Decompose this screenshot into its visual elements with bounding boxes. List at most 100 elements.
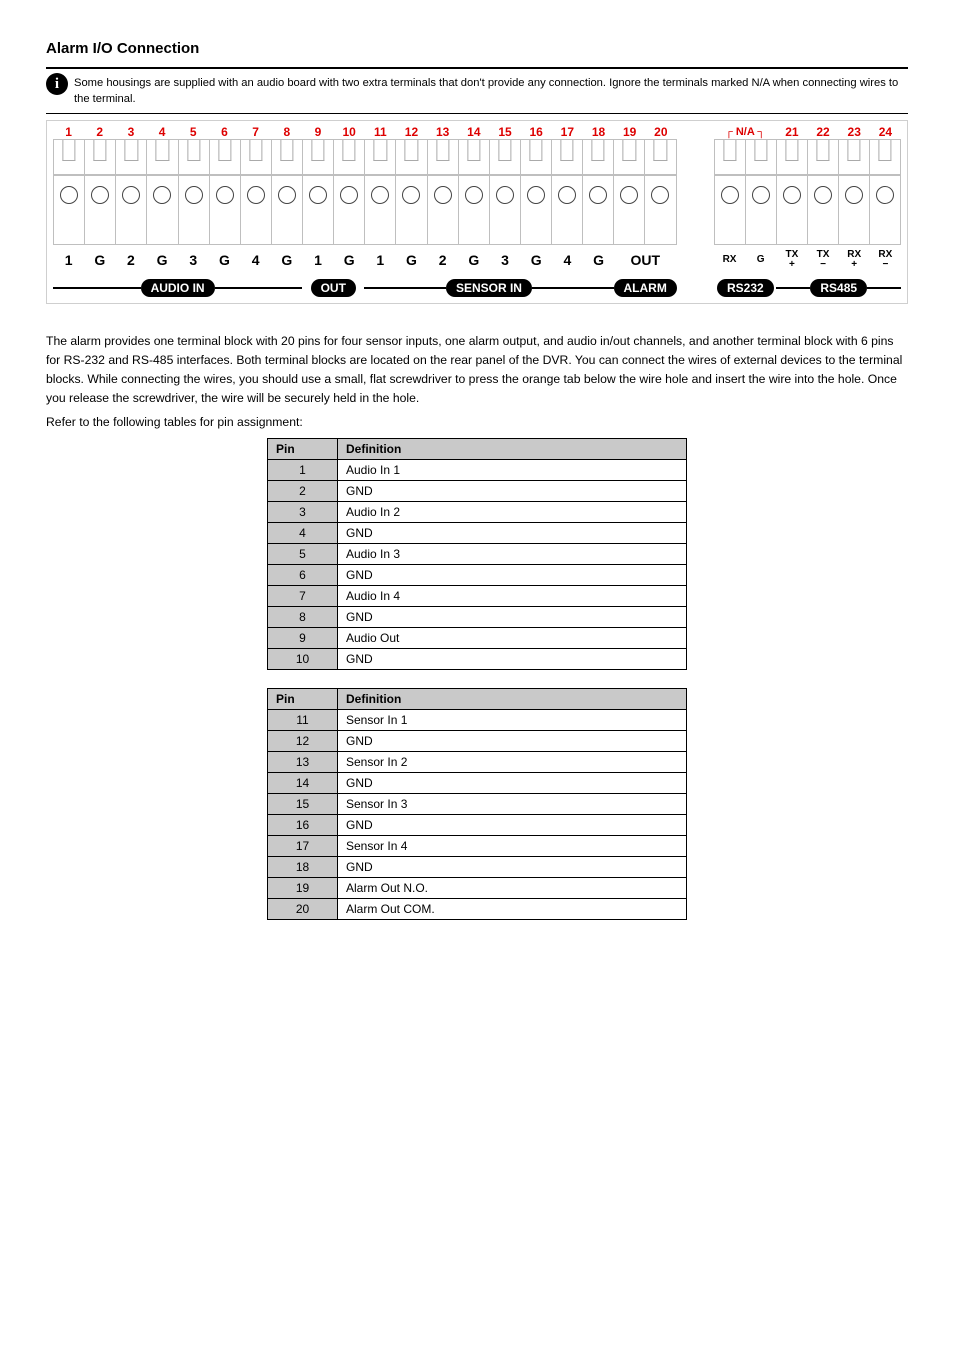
table-row: 20Alarm Out COM.: [268, 899, 687, 920]
terminal-pin: [115, 139, 146, 175]
table-row: 3Audio In 2: [268, 502, 687, 523]
terminal-label: 1: [65, 252, 73, 268]
terminal-label-out: OUT: [630, 252, 660, 268]
pin-cell: 8: [268, 607, 338, 628]
terminal-label: 1: [376, 252, 384, 268]
terminal-pin: [427, 139, 458, 175]
pin-cell: 13: [268, 752, 338, 773]
terminal-screw: [776, 175, 807, 245]
table1-header-def: Definition: [338, 439, 687, 460]
body-text: The alarm provides one terminal block wi…: [46, 332, 908, 432]
table-row: 9Audio Out: [268, 628, 687, 649]
table-row: 10GND: [268, 649, 687, 670]
pin-cell: 11: [268, 710, 338, 731]
terminal-pin: [84, 139, 115, 175]
divider: [46, 113, 908, 114]
terminal-number: 7: [252, 125, 259, 139]
table-row: 18GND: [268, 857, 687, 878]
terminal-number: 6: [221, 125, 228, 139]
terminal-number: 4: [159, 125, 166, 139]
terminal-label: G: [219, 252, 230, 268]
definition-cell: GND: [338, 565, 687, 586]
terminal-label: G: [593, 252, 604, 268]
pin-table-2: Pin Definition 11Sensor In 112GND13Senso…: [267, 688, 687, 920]
terminal-number: 14: [467, 125, 480, 139]
terminal-screw: [644, 175, 676, 245]
terminal-label: G: [468, 252, 479, 268]
pin-cell: 9: [268, 628, 338, 649]
terminal-pin: [714, 139, 745, 175]
terminal-label: 2: [439, 252, 447, 268]
terminal-panel: 1234567891011121314151617181920 ┌ N/A ┐2…: [46, 120, 908, 304]
terminal-screw: [302, 175, 333, 245]
pin-cell: 12: [268, 731, 338, 752]
terminal-screw: [395, 175, 426, 245]
terminal-number: 13: [436, 125, 449, 139]
pin-cell: 15: [268, 794, 338, 815]
terminal-pin: [582, 139, 613, 175]
definition-cell: GND: [338, 731, 687, 752]
terminal-label: 4: [252, 252, 260, 268]
group-sensor-in: SENSOR IN: [446, 279, 532, 297]
terminal-label: G: [531, 252, 542, 268]
paragraph-1: The alarm provides one terminal block wi…: [46, 332, 908, 408]
pin-cell: 19: [268, 878, 338, 899]
table2-header-def: Definition: [338, 689, 687, 710]
definition-cell: Alarm Out COM.: [338, 899, 687, 920]
table-row: 8GND: [268, 607, 687, 628]
terminal-screw: [458, 175, 489, 245]
terminal-screw: [271, 175, 302, 245]
definition-cell: Audio In 2: [338, 502, 687, 523]
terminal-screw: [520, 175, 551, 245]
table-row: 6GND: [268, 565, 687, 586]
definition-cell: GND: [338, 649, 687, 670]
terminal-number: 9: [315, 125, 322, 139]
terminal-pin: [613, 139, 644, 175]
pin-cell: 10: [268, 649, 338, 670]
terminal-screw: [582, 175, 613, 245]
definition-cell: Audio Out: [338, 628, 687, 649]
terminal-pin: [271, 139, 302, 175]
pin-cell: 5: [268, 544, 338, 565]
terminal-screw: [364, 175, 395, 245]
terminal-pin: [745, 139, 776, 175]
definition-cell: GND: [338, 773, 687, 794]
table-row: 17Sensor In 4: [268, 836, 687, 857]
table1-header-pin: Pin: [268, 439, 338, 460]
definition-cell: Sensor In 3: [338, 794, 687, 815]
terminal-label: G: [406, 252, 417, 268]
terminal-pin: [302, 139, 333, 175]
group-audio-in: AUDIO IN: [141, 279, 215, 297]
terminal-screw: [613, 175, 644, 245]
pin-cell: 17: [268, 836, 338, 857]
terminal-pin: [776, 139, 807, 175]
definition-cell: Sensor In 2: [338, 752, 687, 773]
terminal-label: RX+: [847, 250, 861, 270]
info-icon: i: [46, 73, 68, 95]
terminal-number: 19: [623, 125, 636, 139]
table2-header-pin: Pin: [268, 689, 338, 710]
terminal-number: 12: [405, 125, 418, 139]
terminal-label: G: [281, 252, 292, 268]
table-row: 7Audio In 4: [268, 586, 687, 607]
pin-table-1: Pin Definition 1Audio In 12GND3Audio In …: [267, 438, 687, 670]
terminal-number: 2: [96, 125, 103, 139]
terminal-number: 22: [816, 125, 829, 139]
terminal-pin: [489, 139, 520, 175]
info-note: i Some housings are supplied with an aud…: [46, 69, 908, 113]
terminal-screw: [240, 175, 271, 245]
terminal-screw: [714, 175, 745, 245]
definition-cell: GND: [338, 857, 687, 878]
pin-cell: 16: [268, 815, 338, 836]
pin-cell: 6: [268, 565, 338, 586]
table-row: 1Audio In 1: [268, 460, 687, 481]
terminal-pin: [364, 139, 395, 175]
terminal-label: TX+: [785, 250, 798, 270]
terminal-label: 2: [127, 252, 135, 268]
definition-cell: Sensor In 1: [338, 710, 687, 731]
terminal-pin: [807, 139, 838, 175]
section-title: Alarm I/O Connection: [46, 40, 908, 57]
terminal-number: 24: [879, 125, 892, 139]
definition-cell: Audio In 4: [338, 586, 687, 607]
terminal-pin: [240, 139, 271, 175]
